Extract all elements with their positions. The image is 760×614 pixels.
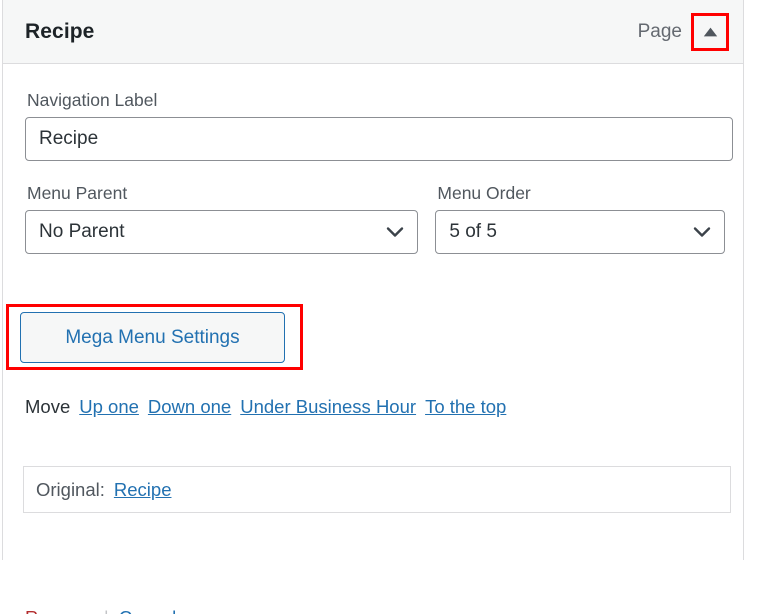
- move-row: Move Up one Down one Under Business Hour To …: [25, 396, 506, 418]
- original-link[interactable]: Recipe: [114, 479, 172, 501]
- remove-link[interactable]: Remove: [25, 607, 94, 614]
- menu-parent-select[interactable]: No Parent: [25, 210, 419, 254]
- menu-parent-field: Menu Parent No Parent: [25, 183, 419, 254]
- menu-parent-value: No Parent: [25, 210, 419, 254]
- menu-item-settings-body: Navigation Label Menu Parent No Parent M…: [3, 64, 743, 614]
- menu-order-label: Menu Order: [437, 183, 531, 203]
- menu-order-value: 5 of 5: [435, 210, 725, 254]
- menu-item-panel: Recipe Page Navigation Label Menu Parent…: [2, 0, 744, 614]
- navigation-label-input[interactable]: [25, 117, 733, 161]
- item-type-label: Page: [637, 20, 682, 42]
- original-box: Original: Recipe: [23, 466, 731, 513]
- menu-item-header[interactable]: Recipe Page: [3, 0, 743, 64]
- parent-order-row: Menu Parent No Parent Menu Order 5 of 5: [25, 183, 725, 254]
- mega-menu-settings-button[interactable]: Mega Menu Settings: [20, 312, 285, 363]
- header-right-group: Page: [637, 12, 729, 51]
- bottom-action-links: Remove | Cancel: [25, 607, 176, 614]
- move-link-down-one[interactable]: Down one: [148, 396, 231, 417]
- menu-order-select[interactable]: 5 of 5: [435, 210, 725, 254]
- link-separator: |: [104, 607, 109, 614]
- original-label: Original:: [36, 478, 105, 500]
- menu-parent-label: Menu Parent: [27, 183, 128, 203]
- move-link-up-one[interactable]: Up one: [79, 396, 139, 417]
- cancel-link[interactable]: Cancel: [119, 607, 177, 614]
- triangle-up-icon[interactable]: [695, 17, 725, 47]
- move-label: Move: [25, 396, 71, 417]
- toggle-highlight-box: [691, 12, 729, 51]
- navigation-label-label: Navigation Label: [27, 90, 158, 110]
- page-title: Recipe: [25, 19, 95, 43]
- move-link-to-the-top[interactable]: To the top: [425, 396, 506, 417]
- move-link-under-business-hour[interactable]: Under Business Hour: [240, 396, 416, 417]
- menu-order-field: Menu Order 5 of 5: [435, 183, 725, 254]
